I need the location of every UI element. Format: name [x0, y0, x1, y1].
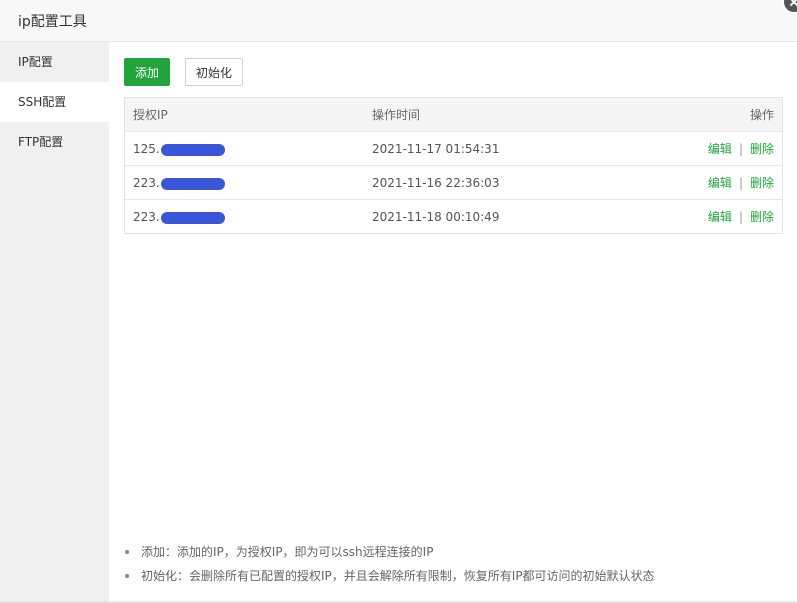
- time-cell: 2021-11-16 22:36:03: [364, 165, 594, 200]
- edit-link[interactable]: 编辑: [708, 142, 732, 156]
- table-header-row: 授权IP 操作时间 操作: [125, 98, 782, 132]
- ip-cell: 223.: [125, 200, 364, 234]
- redaction-mark: [160, 143, 225, 156]
- edit-link[interactable]: 编辑: [708, 210, 732, 224]
- time-cell: 2021-11-17 01:54:31: [364, 131, 594, 166]
- ip-cell: 223.: [125, 165, 364, 200]
- redaction-mark: [160, 177, 225, 190]
- note-init: 初始化：会删除所有已配置的授权IP，并且会解除所有限制，恢复所有IP都可访问的初…: [123, 564, 655, 588]
- op-separator: |: [738, 176, 743, 190]
- help-notes: 添加：添加的IP，为授权IP，即为可以ssh远程连接的IP 初始化：会删除所有已…: [123, 540, 655, 588]
- table-row: 125. 2021-11-17 01:54:31 编辑 | 删除: [125, 131, 782, 166]
- table-row: 223. 2021-11-18 00:10:49 编辑 | 删除: [125, 200, 782, 234]
- time-cell: 2021-11-18 00:10:49: [372, 209, 500, 224]
- sidebar: IP配置 SSH配置 FTP配置: [0, 42, 109, 601]
- ip-cell: 125.: [125, 131, 364, 166]
- dialog-title-bar: ip配置工具: [0, 0, 797, 42]
- ip-prefix: 125.: [133, 141, 160, 156]
- header-ip: 授权IP: [125, 98, 364, 132]
- delete-link[interactable]: 删除: [750, 210, 774, 224]
- ip-config-dialog: ip配置工具 IP配置 SSH配置 FTP配置 添加 初始化 授权IP 操作时间…: [0, 0, 797, 603]
- op-separator: |: [738, 142, 743, 156]
- op-cell: 编辑 | 删除: [594, 131, 782, 166]
- main-panel: 添加 初始化 授权IP 操作时间 操作 125. 2021-11-17 01:5…: [109, 42, 797, 601]
- init-button[interactable]: 初始化: [185, 58, 243, 86]
- edit-link[interactable]: 编辑: [708, 176, 732, 190]
- ip-table: 授权IP 操作时间 操作 125. 2021-11-17 01:54:31 编辑…: [124, 97, 783, 234]
- sidebar-item-ip[interactable]: IP配置: [0, 42, 109, 82]
- ip-prefix: 223.: [133, 209, 160, 224]
- redaction-mark: [160, 211, 225, 224]
- delete-link[interactable]: 删除: [750, 176, 774, 190]
- op-cell: 编辑 | 删除: [594, 165, 782, 200]
- dialog-title: ip配置工具: [18, 14, 87, 30]
- sidebar-item-ssh[interactable]: SSH配置: [0, 82, 109, 122]
- table-row: 223. 2021-11-16 22:36:03 编辑 | 删除: [125, 165, 782, 200]
- note-add: 添加：添加的IP，为授权IP，即为可以ssh远程连接的IP: [123, 540, 655, 564]
- ip-prefix: 223.: [133, 175, 160, 190]
- add-button[interactable]: 添加: [124, 58, 170, 86]
- op-cell: 编辑 | 删除: [594, 200, 782, 234]
- op-separator: |: [738, 210, 743, 224]
- header-op: 操作: [594, 98, 782, 132]
- sidebar-item-ftp[interactable]: FTP配置: [0, 122, 109, 162]
- header-time: 操作时间: [364, 98, 594, 132]
- delete-link[interactable]: 删除: [750, 142, 774, 156]
